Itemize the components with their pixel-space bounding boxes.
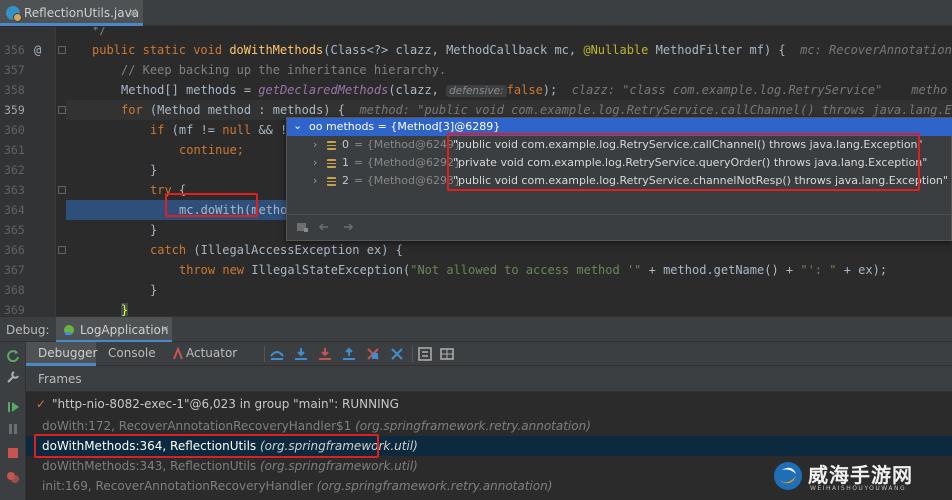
line-number: 368	[4, 283, 25, 297]
debug-label: Debug:	[6, 323, 50, 337]
close-tab-icon[interactable]: ×	[128, 5, 138, 19]
view-breakpoints-icon[interactable]	[6, 470, 20, 484]
back-arrow-icon[interactable]	[317, 220, 331, 234]
variable-methods-label: oo methods = {Method[3]@6289}	[309, 120, 501, 133]
collapse-arrow-icon[interactable]: ⌄	[293, 119, 302, 132]
thread-selector[interactable]: ✓ "http-nio-8082-exec-1"@6,023 in group …	[26, 394, 952, 414]
code-line: }	[121, 303, 129, 316]
line-number: 361	[4, 143, 25, 157]
show-execution-point-icon[interactable]	[270, 347, 284, 361]
line-number: 366	[4, 243, 25, 257]
line-number: 365	[4, 223, 25, 237]
forward-arrow-icon[interactable]	[341, 220, 355, 234]
tab-console[interactable]: Console	[108, 346, 156, 360]
evaluate-expression-icon[interactable]	[418, 347, 432, 361]
line-number-gutter: 356 @ 357 358 359 360 361 362 363 364 365…	[0, 27, 56, 316]
spring-boot-icon	[64, 325, 74, 335]
inline-value-hint: clazz: "class com.example.log.RetryServi…	[571, 83, 948, 97]
debug-side-toolbar	[0, 342, 26, 500]
resume-icon[interactable]	[6, 400, 20, 414]
tab-debugger[interactable]: Debugger	[26, 342, 97, 366]
code-line: Method[] methods = getDeclaredMethods(cl…	[121, 83, 948, 97]
debug-tool-window-header: Debug: LogApplication ×	[0, 316, 952, 343]
line-number: 364	[4, 203, 25, 217]
watermark-swirl-icon	[774, 462, 802, 490]
code-line: */	[92, 27, 107, 37]
wrench-icon[interactable]	[6, 370, 20, 384]
code-line: throw new IllegalStateException("Not all…	[179, 263, 888, 277]
annotation-marker-icon: @	[34, 43, 42, 57]
close-tab-icon[interactable]: ×	[160, 322, 170, 336]
fold-marker-icon[interactable]	[58, 46, 66, 54]
code-line: public static void doWithMethods(Class<?…	[92, 43, 952, 57]
tab-actuator[interactable]: Actuator	[186, 346, 237, 360]
actuator-icon	[173, 347, 183, 360]
step-into-icon[interactable]	[318, 347, 332, 361]
line-number: 367	[4, 263, 25, 277]
line-number: 363	[4, 183, 25, 197]
array-element-row[interactable]: › 1 = {Method@6292} "private void com.ex…	[287, 154, 952, 172]
expand-arrow-icon[interactable]: ›	[313, 154, 317, 172]
editor-tab-reflectionutils[interactable]: ReflectionUtils.java ×	[0, 0, 143, 26]
fold-marker-icon[interactable]	[58, 106, 66, 114]
step-out-icon[interactable]	[342, 347, 356, 361]
layout-settings-icon[interactable]	[440, 347, 454, 361]
line-number	[0, 27, 56, 40]
line-number: 356 @	[0, 40, 56, 60]
stack-frame-row-selected[interactable]: doWithMethods:364, ReflectionUtils (org.…	[26, 436, 952, 456]
line-number: 360	[4, 123, 25, 137]
stack-frame-row[interactable]: doWith:172, RecoverAnnotationRecoveryHan…	[26, 416, 952, 436]
line-number: 359	[4, 103, 25, 117]
run-to-cursor-icon[interactable]	[390, 347, 404, 361]
code-line: catch (IllegalAccessException ex) {	[150, 243, 403, 257]
line-number: 362	[4, 163, 25, 177]
inline-value-hint: mc: RecoverAnnotation	[800, 43, 952, 57]
editor-tab-bar: ReflectionUtils.java ×	[0, 0, 952, 26]
tab-label: ReflectionUtils.java	[24, 6, 140, 20]
field-icon	[327, 177, 336, 186]
frames-header: Frames	[26, 366, 952, 392]
stop-icon[interactable]	[6, 446, 20, 460]
line-number: 369	[4, 303, 25, 316]
expand-arrow-icon[interactable]: ›	[313, 136, 317, 154]
expand-arrow-icon[interactable]: ›	[313, 172, 317, 190]
fold-marker-icon[interactable]	[58, 246, 66, 254]
code-line: // Keep backing up the inheritance hiera…	[121, 63, 447, 77]
parameter-hint: defensive:	[446, 85, 507, 97]
field-icon	[327, 141, 336, 150]
fold-marker-icon[interactable]	[58, 186, 66, 194]
field-icon	[327, 159, 336, 168]
drop-frame-icon[interactable]	[366, 347, 380, 361]
variable-inspection-popup[interactable]: ⌄ oo methods = {Method[3]@6289} › 0 = {M…	[286, 117, 952, 241]
line-number: 358	[4, 83, 25, 97]
tab-logapplication[interactable]: LogApplication ×	[56, 317, 172, 343]
pause-icon[interactable]	[6, 422, 20, 436]
array-element-row[interactable]: › 2 = {Method@6293} "public void com.exa…	[287, 172, 952, 190]
rerun-icon[interactable]	[6, 348, 20, 362]
line-number: 357	[4, 63, 25, 77]
popup-header[interactable]: ⌄ oo methods = {Method[3]@6289}	[287, 118, 952, 136]
array-element-row[interactable]: › 0 = {Method@6249} "public void com.exa…	[287, 136, 952, 154]
add-to-watches-icon[interactable]	[295, 220, 309, 234]
step-over-icon[interactable]	[294, 347, 308, 361]
code-line: }	[150, 283, 158, 297]
debugger-tab-toolbar: Debugger Console Actuator	[26, 342, 952, 366]
inline-value-hint: method: "public void com.example.log.Ret…	[359, 103, 952, 117]
watermark-logo: 威海手游网 WEIHAISHOUYOUWANG	[772, 456, 952, 500]
check-icon: ✓	[36, 397, 47, 411]
java-class-icon	[6, 6, 22, 22]
